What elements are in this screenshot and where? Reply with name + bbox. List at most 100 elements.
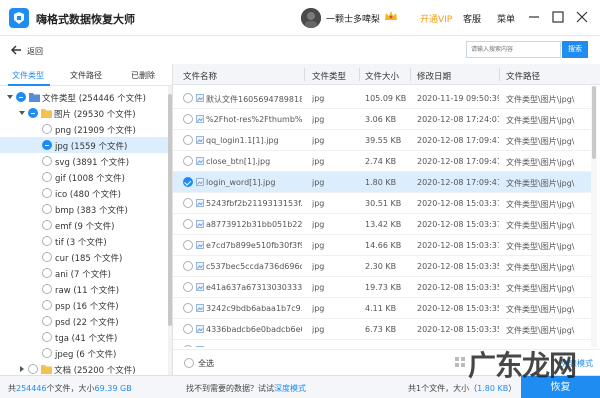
tab-deleted[interactable]: 已删除 <box>131 70 155 81</box>
row-checkbox[interactable] <box>183 324 193 334</box>
column-header-type[interactable]: 文件类型 <box>312 70 346 82</box>
row-checkbox[interactable] <box>183 135 193 145</box>
maximize-icon[interactable] <box>549 8 567 26</box>
table-row[interactable]: 默认文件1605694789818... jpg 105.09 KB 2020-11-… <box>173 88 591 109</box>
tree-item-checkbox[interactable] <box>42 300 52 310</box>
tree-item[interactable]: bmp (383 个文件) <box>0 201 168 217</box>
deep-scan-link[interactable]: 深度模式 <box>274 384 306 393</box>
tree-item-checkbox[interactable] <box>42 252 52 262</box>
table-row[interactable]: login_word[1].jpg jpg 1.80 KB 2020-12-08 17… <box>173 172 591 193</box>
table-row[interactable]: e7cd7b899e510fb30f3f9... jpg 14.66 KB 2020-… <box>173 235 591 256</box>
row-checkbox[interactable] <box>183 156 193 166</box>
table-scrollbar[interactable] <box>591 86 597 347</box>
table-row[interactable]: close_btn[1].jpg jpg 2.74 KB 2020-12-08 17:… <box>173 151 591 172</box>
tab-file-path[interactable]: 文件路径 <box>70 70 102 81</box>
column-header-path[interactable]: 文件路径 <box>506 70 540 82</box>
tree-item-checkbox[interactable] <box>42 204 52 214</box>
cell-type: jpg <box>312 325 325 334</box>
tree-item-checkbox[interactable] <box>42 220 52 230</box>
tree-item[interactable]: emf (9 个文件) <box>0 217 168 233</box>
tree-item-checkbox[interactable] <box>42 140 52 150</box>
tree-item-label: svg (3891 个文件) <box>55 158 130 168</box>
row-checkbox[interactable] <box>183 345 193 347</box>
vip-button[interactable]: 开通VIP <box>420 12 452 25</box>
row-checkbox[interactable] <box>183 303 193 313</box>
table-scrollbar-thumb[interactable] <box>592 86 596 159</box>
tree-item[interactable]: 文件类型 (254446 个文件) <box>0 89 168 105</box>
caret-down-icon[interactable] <box>19 110 25 116</box>
tree-item[interactable]: svg (3891 个文件) <box>0 153 168 169</box>
selected-summary: 共1个文件，大小（1.80 KB） <box>408 383 516 394</box>
row-checkbox[interactable] <box>183 282 193 292</box>
table-row[interactable]: 5243fbf2b2119313153f... jpg 30.51 KB 2020-1… <box>173 193 591 214</box>
table-row[interactable]: %2Fhot-res%2Fthumb%... jpg 3.06 KB 2020-12-… <box>173 109 591 130</box>
search-button[interactable]: 搜索 <box>562 41 588 58</box>
grid-view-icon[interactable] <box>455 357 465 367</box>
tree-item-checkbox[interactable] <box>42 188 52 198</box>
folder-icon <box>29 92 40 102</box>
tree-item[interactable]: tga (41 个文件) <box>0 329 168 345</box>
tree-item[interactable]: png (21909 个文件) <box>0 121 168 137</box>
image-file-icon <box>196 157 204 165</box>
tree-item-checkbox[interactable] <box>42 236 52 246</box>
tree-item[interactable]: ico (480 个文件) <box>0 185 168 201</box>
column-header-date[interactable]: 修改日期 <box>417 70 451 82</box>
tree-item[interactable]: jpeg (6 个文件) <box>0 345 168 361</box>
row-checkbox[interactable] <box>183 219 193 229</box>
column-header-size[interactable]: 文件大小 <box>365 70 399 82</box>
cell-size: 30.51 KB <box>365 199 402 208</box>
row-checkbox[interactable] <box>183 240 193 250</box>
table-row[interactable]: c537bec5ccda736d696c... jpg 2.30 KB 2020-12… <box>173 256 591 277</box>
cell-size: 19.73 KB <box>365 283 402 292</box>
cell-type: jpg <box>312 136 325 145</box>
row-checkbox[interactable] <box>183 261 193 271</box>
caret-down-icon[interactable] <box>7 94 13 100</box>
table-row[interactable]: 4336badcb6e0badcb6e0... jpg 6.73 KB 2020-12… <box>173 319 591 340</box>
tree-item[interactable]: cur (185 个文件) <box>0 249 168 265</box>
row-checkbox[interactable] <box>183 93 193 103</box>
tree-item[interactable]: psd (22 个文件) <box>0 313 168 329</box>
tree-item[interactable]: ani (7 个文件) <box>0 265 168 281</box>
tree-item-checkbox[interactable] <box>28 108 38 118</box>
caret-right-icon[interactable] <box>19 366 25 372</box>
tree-item[interactable]: 文档 (25200 个文件) <box>0 361 168 375</box>
tree-item-checkbox[interactable] <box>16 92 26 102</box>
avatar[interactable] <box>301 8 321 28</box>
tree-item-checkbox[interactable] <box>42 348 52 358</box>
file-table: 默认文件1605694789818... jpg 105.09 KB 2020-11-… <box>173 86 591 347</box>
row-checkbox[interactable] <box>183 114 193 124</box>
tree-item[interactable]: jpg (1559 个文件) <box>0 137 168 153</box>
column-header-name[interactable]: 文件名称 <box>183 70 217 82</box>
row-checkbox[interactable] <box>183 177 193 187</box>
tree-item-checkbox[interactable] <box>42 284 52 294</box>
tree-item-checkbox[interactable] <box>42 316 52 326</box>
tree-item-checkbox[interactable] <box>42 332 52 342</box>
tree-item[interactable]: raw (11 个文件) <box>0 281 168 297</box>
tab-file-type[interactable]: 文件类型 <box>12 70 44 81</box>
minimize-icon[interactable] <box>525 8 543 26</box>
select-all-label[interactable]: 全选 <box>198 358 214 369</box>
back-button[interactable]: 返回 <box>27 46 43 57</box>
table-row[interactable]: qq_login1.1[1].jpg jpg 39.55 KB 2020-12-08 … <box>173 130 591 151</box>
back-arrow-icon[interactable] <box>10 44 22 56</box>
search-input[interactable] <box>466 41 561 58</box>
cell-name: qq_login1.1[1].jpg <box>206 136 279 145</box>
tree-item-checkbox[interactable] <box>42 172 52 182</box>
tree-item-checkbox[interactable] <box>42 156 52 166</box>
select-all-checkbox[interactable] <box>184 358 194 368</box>
row-checkbox[interactable] <box>183 198 193 208</box>
tree-item[interactable]: psp (16 个文件) <box>0 297 168 313</box>
username[interactable]: 一颗士多啤梨 <box>326 12 380 25</box>
table-row[interactable]: e41a637a673130303337... jpg 19.73 KB 2020-1… <box>173 277 591 298</box>
tree-item[interactable]: 图片 (29530 个文件) <box>0 105 168 121</box>
tree-item-checkbox[interactable] <box>42 124 52 134</box>
tree-item[interactable]: tif (3 个文件) <box>0 233 168 249</box>
table-row[interactable]: a8773912b31bb051b22... jpg 13.42 KB 2020-12… <box>173 214 591 235</box>
tree-item-checkbox[interactable] <box>42 268 52 278</box>
menu-button[interactable]: 菜单 <box>497 12 515 25</box>
tree-item[interactable]: gif (1008 个文件) <box>0 169 168 185</box>
table-row[interactable]: 3242c9bdb6abaa1b7c9... jpg 4.11 KB 2020-12-… <box>173 298 591 319</box>
close-icon[interactable] <box>573 8 591 26</box>
service-button[interactable]: 客服 <box>463 12 481 25</box>
tree-item-checkbox[interactable] <box>28 364 38 374</box>
